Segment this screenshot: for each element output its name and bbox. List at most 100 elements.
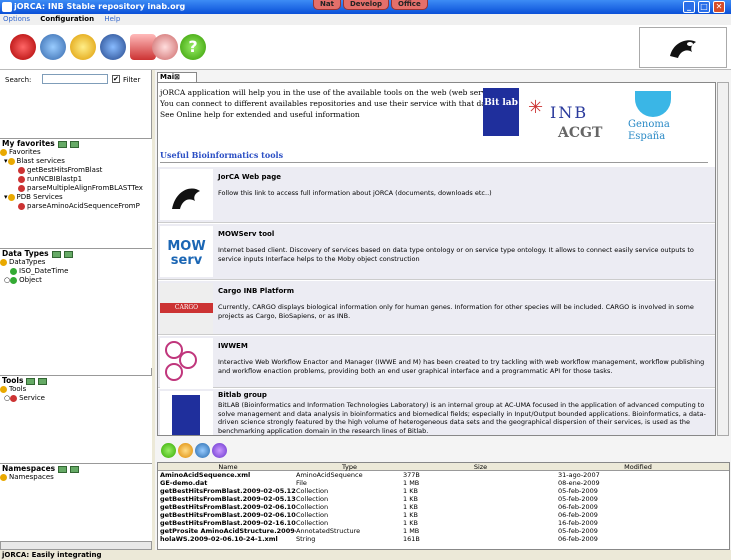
service-icon: [18, 202, 25, 210]
tool-cargo[interactable]: CARGO Cargo INB Platform Currently, CARG…: [158, 281, 715, 335]
tree-node[interactable]: ▾ PDB Services: [0, 193, 152, 202]
app-icon: [2, 2, 12, 12]
namespaces-header: Namespaces: [2, 464, 56, 473]
tree-node[interactable]: Favorites: [0, 148, 152, 157]
remove-icon[interactable]: [69, 140, 79, 148]
datatype-icon: [10, 267, 17, 275]
table-row[interactable]: getBestHitsFromBlast.2009-02-05.12-5... C…: [158, 487, 729, 495]
tool-description: Internet based client. Discovery of serv…: [218, 246, 694, 263]
column-modified[interactable]: Modified: [558, 463, 718, 471]
table-cell: 161B: [403, 535, 420, 543]
tree-leaf[interactable]: ISO_DateTime: [0, 267, 152, 276]
table-cell: Collection: [296, 511, 329, 519]
favorites-header: My favorites: [2, 139, 55, 148]
tree-node[interactable]: ○ Object: [0, 276, 152, 285]
tool-title[interactable]: MOWServ tool: [218, 230, 274, 238]
tool-description: Currently, CARGO displays biological inf…: [218, 303, 694, 320]
table-row[interactable]: AminoAcidSequence.xml AminoAcidSequence 37…: [158, 471, 729, 479]
table-cell: 06-feb-2009: [558, 511, 598, 519]
table-cell: String: [296, 535, 316, 543]
mowserv-logo: MOW serv: [160, 226, 213, 277]
tree-node[interactable]: Tools: [0, 385, 152, 394]
column-name[interactable]: Name: [158, 463, 296, 470]
service-icon: [18, 175, 25, 183]
divider: [160, 162, 708, 163]
table-cell: holaWS.2009-02-06.10-24-1.xml: [160, 535, 278, 543]
view-icon[interactable]: [212, 443, 227, 458]
repo-nat-button[interactable]: Nat: [313, 0, 341, 10]
table-row[interactable]: GE-demo.dat File 1 MB 08-ene-2009: [158, 479, 729, 487]
help-icon[interactable]: ?: [180, 34, 206, 60]
tools-icon[interactable]: [152, 34, 178, 60]
table-row[interactable]: getBestHitsFromBlast.2009-02-16.10-5... C…: [158, 519, 729, 527]
folder-icon: [7, 157, 15, 165]
open-folder-icon[interactable]: [178, 443, 193, 458]
filter-label: Filter: [123, 76, 141, 84]
tree-node[interactable]: ○ Service: [0, 394, 152, 403]
main-panel: Mai⊠ jORCA application will help you in …: [155, 70, 731, 550]
datatypes-header: Data Types: [2, 249, 49, 258]
tool-iwwem[interactable]: IWWEM Interactive Web Workflow Enactor a…: [158, 336, 715, 389]
table-row[interactable]: holaWS.2009-02-06.10-24-1.xml String 161B 0…: [158, 535, 729, 543]
save-icon[interactable]: [195, 443, 210, 458]
tree-leaf[interactable]: runNCBIBlastp1: [0, 175, 152, 184]
table-row[interactable]: getBestHitsFromBlast.2009-02-05.13-1... C…: [158, 495, 729, 503]
genoma-logo: Genoma España: [628, 119, 670, 142]
tool-title[interactable]: Bitlab group: [218, 391, 267, 399]
upload-icon[interactable]: [161, 443, 176, 458]
table-cell: 16-feb-2009: [558, 519, 598, 527]
maximize-button[interactable]: □: [698, 1, 710, 13]
column-size[interactable]: Size: [403, 463, 558, 471]
repo-office-button[interactable]: Office: [391, 0, 428, 10]
table-row[interactable]: getBestHitsFromBlast.2009-02-06.10-4... C…: [158, 511, 729, 519]
left-hscroll[interactable]: [0, 541, 152, 550]
tree-node[interactable]: Namespaces: [0, 473, 152, 482]
content-scrollbar[interactable]: [717, 82, 729, 436]
table-cell: 1 KB: [403, 519, 418, 527]
remove-icon[interactable]: [63, 250, 73, 258]
tree-leaf[interactable]: parseAminoAcidSequenceFromP: [0, 202, 152, 211]
tool-jorca[interactable]: JorCA Web page Follow this link to acces…: [158, 167, 715, 223]
minimize-button[interactable]: _: [683, 1, 695, 13]
search-input[interactable]: [42, 74, 108, 84]
filter-checkbox[interactable]: ✔: [112, 75, 120, 83]
add-icon[interactable]: [57, 140, 67, 148]
table-cell: 1 KB: [403, 503, 418, 511]
tool-title[interactable]: IWWEM: [218, 342, 248, 350]
table-cell: AnnotatedStructure: [296, 527, 361, 535]
tab-main[interactable]: Mai⊠: [157, 72, 197, 82]
biohazard-icon[interactable]: [10, 34, 36, 60]
remove-icon[interactable]: [38, 377, 48, 385]
search-icon[interactable]: [70, 34, 96, 60]
service-icon: [18, 184, 25, 192]
tool-mowserv[interactable]: MOW serv MOWServ tool Internet based clie…: [158, 224, 715, 280]
tool-bitlab[interactable]: Bitlab group BitLAB (Bioinformatics and …: [158, 389, 715, 435]
tree-leaf[interactable]: getBestHitsFromBlast: [0, 166, 152, 175]
tree-node[interactable]: DataTypes: [0, 258, 152, 267]
table-cell: 31-ago-2007: [558, 471, 600, 479]
menu-help[interactable]: Help: [104, 15, 120, 23]
table-cell: Collection: [296, 495, 329, 503]
tool-title[interactable]: Cargo INB Platform: [218, 287, 294, 295]
menu-configuration[interactable]: Configuration: [40, 15, 94, 23]
menu-options[interactable]: Options: [3, 15, 30, 23]
add-icon[interactable]: [26, 377, 36, 385]
tree-node[interactable]: ▾ Blast services: [0, 157, 152, 166]
tool-title[interactable]: JorCA Web page: [218, 173, 281, 181]
table-cell: AminoAcidSequence.xml: [160, 471, 251, 479]
tree-leaf[interactable]: parseMultipleAlignFromBLASTTex: [0, 184, 152, 193]
table-row[interactable]: getProsite AminoAcidStructure.2009-02-05…: [158, 527, 729, 535]
column-type[interactable]: Type: [296, 463, 403, 471]
datatype-icon: [10, 276, 18, 284]
add-icon[interactable]: [51, 250, 61, 258]
remove-icon[interactable]: [70, 465, 80, 473]
table-cell: getBestHitsFromBlast.2009-02-16.10-5...: [160, 519, 296, 527]
refresh-icon[interactable]: [100, 34, 126, 60]
add-icon[interactable]: [58, 465, 68, 473]
swap-icon[interactable]: [40, 34, 66, 60]
close-button[interactable]: ✕: [713, 1, 725, 13]
table-row[interactable]: getBestHitsFromBlast.2009-02-06.10-3... C…: [158, 503, 729, 511]
table-cell: AminoAcidSequence: [296, 471, 363, 479]
table-cell: 05-feb-2009: [558, 527, 598, 535]
repo-develop-button[interactable]: Develop: [342, 0, 390, 10]
